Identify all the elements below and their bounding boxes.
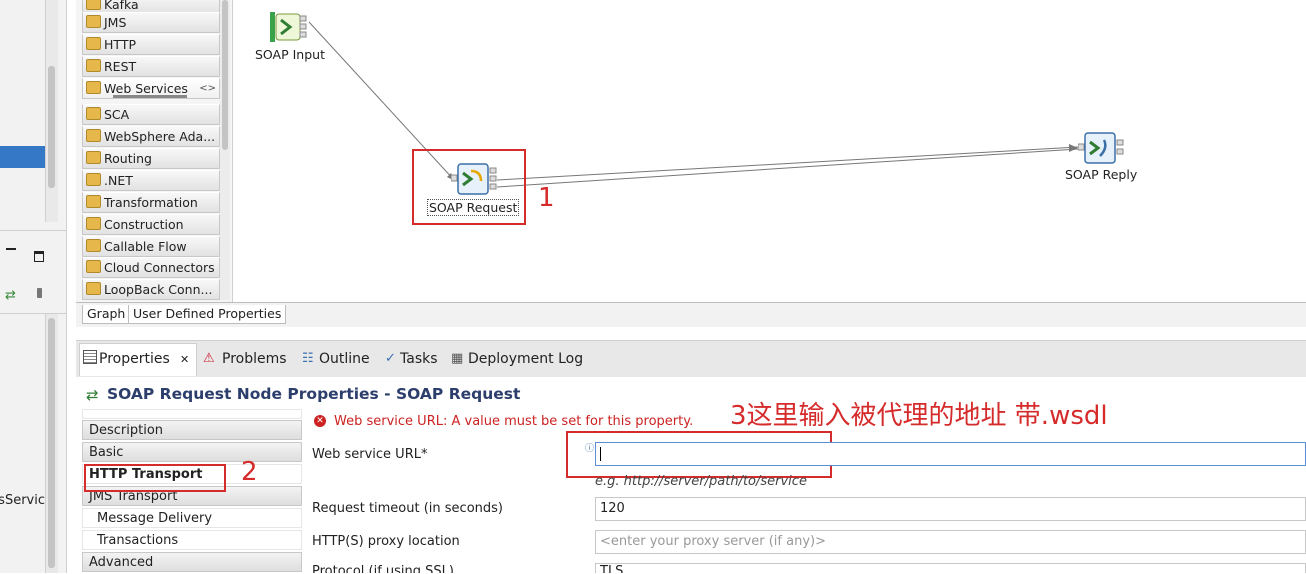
deployment-log-icon: ▦ [451, 351, 464, 366]
field-info-icon: ⓘ [585, 444, 595, 454]
soap-input-label: SOAP Input [255, 47, 325, 62]
tab-problems[interactable]: Problems [222, 349, 287, 369]
nav-basic[interactable]: Basic [82, 442, 302, 462]
properties-title-icon: ⇄ [86, 386, 99, 404]
annotation-box-2 [84, 464, 226, 492]
tab-outline[interactable]: Outline [319, 349, 370, 369]
web-service-url-input[interactable] [595, 442, 1306, 466]
soap-input-node[interactable] [270, 12, 307, 44]
connection-request-to-reply-1 [496, 146, 1079, 181]
request-timeout-label: Request timeout (in seconds) [312, 501, 503, 516]
soap-input-icon [270, 12, 307, 42]
proxy-location-input[interactable]: <enter your proxy server (if any)> [595, 530, 1306, 554]
error-message: Web service URL: A value must be set for… [334, 414, 694, 429]
tab-tasks[interactable]: Tasks [400, 349, 438, 369]
soap-reply-label: SOAP Reply [1065, 167, 1138, 182]
soap-reply-icon [1077, 132, 1124, 164]
tab-graph[interactable]: Graph [82, 305, 131, 324]
annotation-number-2: 2 [241, 457, 258, 487]
soap-reply-node[interactable] [1077, 132, 1124, 164]
annotation-text-3: 3这里输入被代理的地址 带.wsdl [730, 401, 1108, 431]
nav-transactions[interactable]: Transactions [82, 530, 302, 550]
protocol-select[interactable]: TLS [595, 563, 1306, 573]
editor-tab-bar: Graph User Defined Properties [76, 302, 1306, 327]
connection-request-to-reply-2 [496, 148, 1079, 188]
tab-user-defined-properties[interactable]: User Defined Properties [128, 305, 287, 324]
protocol-row-clip: Protocol (if using SSL) TLS [300, 562, 1306, 573]
url-hint: e.g. http://server/path/to/service [595, 474, 807, 489]
properties-title: SOAP Request Node Properties - SOAP Requ… [107, 385, 521, 403]
request-timeout-input[interactable]: 120 [595, 497, 1306, 521]
close-icon[interactable]: ✕ [180, 350, 189, 370]
tasks-icon: ✓ [385, 351, 396, 366]
text-cursor [600, 447, 601, 461]
left-scrollbar-bottom[interactable] [45, 314, 58, 573]
error-icon: ✕ [314, 415, 326, 427]
problems-icon: ⚠ [203, 351, 215, 366]
proxy-location-label: HTTP(S) proxy location [312, 534, 460, 549]
web-service-url-label: Web service URL* [312, 447, 428, 462]
nav-description[interactable]: Description [82, 420, 302, 440]
annotation-number-1: 1 [538, 183, 555, 213]
outline-icon: ☷ [302, 351, 314, 366]
annotation-box-1 [412, 149, 526, 225]
nav-advanced[interactable]: Advanced [82, 552, 302, 572]
nav-message-delivery[interactable]: Message Delivery [82, 508, 302, 528]
properties-tab-icon [83, 350, 97, 364]
partial-tree-label: esServic [0, 493, 45, 508]
tab-properties-label[interactable]: Properties [99, 349, 170, 369]
nav-blank [82, 409, 302, 419]
tab-deployment-log[interactable]: Deployment Log [468, 349, 583, 369]
protocol-label: Protocol (if using SSL) [312, 564, 454, 573]
